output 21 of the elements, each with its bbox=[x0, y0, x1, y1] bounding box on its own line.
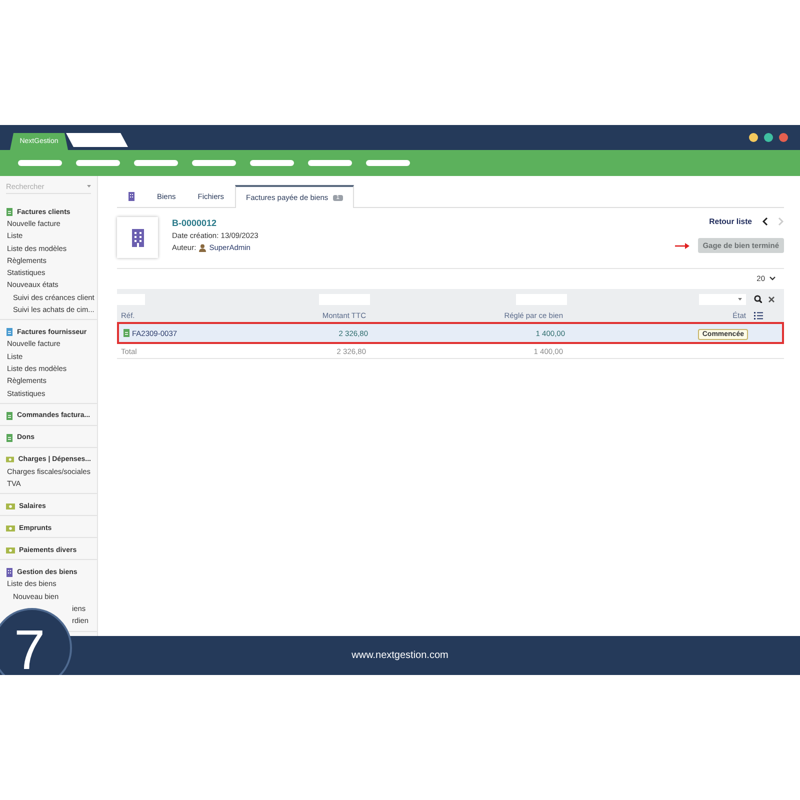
previous-icon[interactable] bbox=[762, 217, 768, 226]
menu-placeholder bbox=[308, 160, 352, 166]
building-icon bbox=[130, 228, 144, 246]
browser-tab[interactable] bbox=[66, 133, 128, 147]
arrow-icon bbox=[674, 242, 690, 250]
search-icon[interactable] bbox=[754, 295, 762, 303]
chevron-icon[interactable] bbox=[769, 276, 776, 281]
caret-icon bbox=[738, 298, 742, 300]
website-url: www.nextgestion.com bbox=[352, 650, 448, 661]
record-reference: B-0000012 bbox=[172, 218, 218, 228]
user-icon bbox=[199, 244, 206, 252]
close-icon[interactable] bbox=[768, 296, 775, 302]
menu-placeholder bbox=[134, 160, 178, 166]
document-icon bbox=[123, 329, 130, 337]
menu-placeholder bbox=[250, 160, 294, 166]
menu-placeholder bbox=[192, 160, 236, 166]
menu-placeholder bbox=[18, 160, 62, 166]
menu-placeholder bbox=[366, 160, 410, 166]
menu-placeholder bbox=[76, 160, 120, 166]
building-icon bbox=[128, 192, 135, 201]
caret-icon bbox=[87, 185, 91, 188]
